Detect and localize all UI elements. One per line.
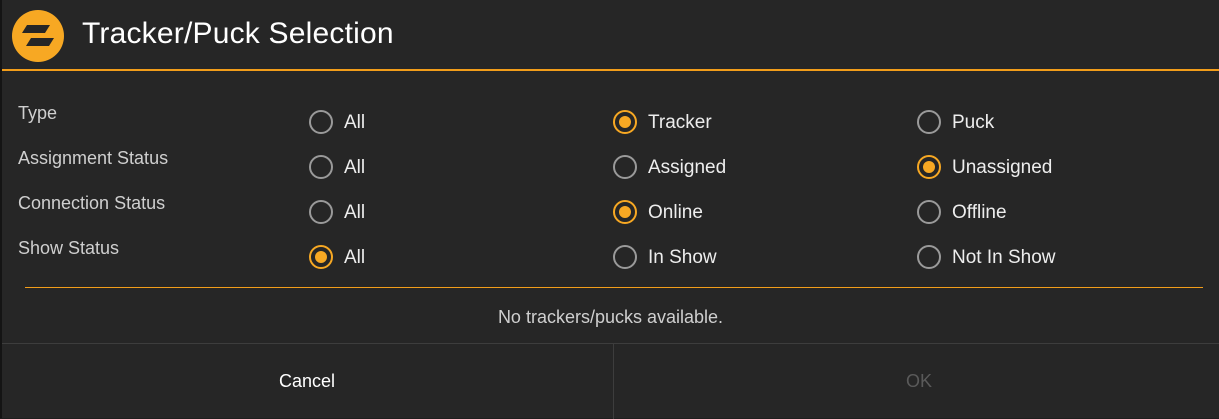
list-divider [25,287,1203,288]
dialog-footer: Cancel OK [2,343,1219,419]
radio-label: Offline [952,202,1007,223]
radio-selected-dot [315,251,327,263]
tracker-puck-selection-dialog: Tracker/Puck Selection Type All Tracker … [0,0,1219,419]
radio-button[interactable] [917,155,941,179]
filter-label-assignment-status: Assignment Status [18,148,169,168]
radio-label: Tracker [648,112,712,133]
radio-button[interactable] [309,200,333,224]
radio-label: Assigned [648,157,727,178]
radio-label: Puck [952,112,995,133]
header-divider [2,69,1219,71]
radio-button[interactable] [309,155,333,179]
radio-button[interactable] [309,110,333,134]
filter-row-assignment-status: Assignment Status All Assigned Unassigne… [2,145,1219,190]
radio-selected-dot [923,161,935,173]
cancel-button[interactable]: Cancel [2,344,612,419]
radio-button[interactable] [917,245,941,269]
radio-selected-dot [619,206,631,218]
radio-label: All [344,112,366,133]
ok-button[interactable]: OK [613,344,1219,419]
radio-label: All [344,247,366,268]
radio-label: All [344,157,366,178]
radio-button[interactable] [613,155,637,179]
filter-label-type: Type [18,103,58,123]
app-logo-icon [12,10,64,62]
radio-button[interactable] [613,245,637,269]
radio-label: In Show [648,247,717,268]
page-title: Tracker/Puck Selection [82,17,394,50]
filter-row-show-status: Show Status All In Show Not In Show [2,235,1219,280]
filter-row-connection-status: Connection Status All Online Offline [2,190,1219,235]
radio-button[interactable] [917,200,941,224]
radio-button[interactable] [917,110,941,134]
radio-button[interactable] [613,200,637,224]
radio-selected-dot [619,116,631,128]
radio-button[interactable] [309,245,333,269]
radio-label: Not In Show [952,247,1056,268]
empty-list-message: No trackers/pucks available. [497,307,724,327]
filter-row-type: Type All Tracker Puck [2,100,1219,145]
radio-label: Online [648,202,703,223]
radio-button[interactable] [613,110,637,134]
filter-label-connection-status: Connection Status [18,193,166,213]
dialog-header: Tracker/Puck Selection [2,0,1219,71]
filter-label-show-status: Show Status [18,238,120,258]
radio-label: All [344,202,366,223]
radio-label: Unassigned [952,157,1053,178]
